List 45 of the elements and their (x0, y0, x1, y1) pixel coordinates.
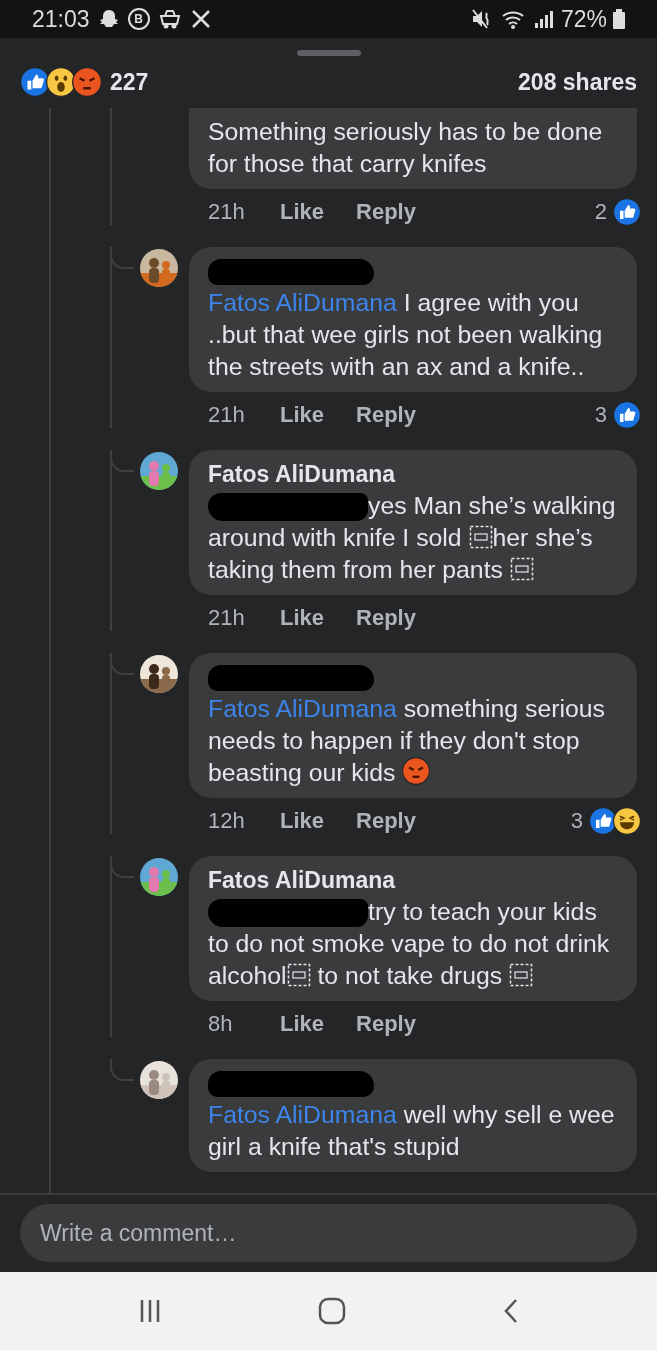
comment-text: Fatos AliDumana well why sell e wee girl a knife that's stupid (208, 1100, 616, 1162)
like-button[interactable]: Like (280, 605, 325, 631)
notification-badge: B (127, 8, 150, 30)
comment-time: 21h (208, 199, 246, 225)
comment-time: 12h (208, 808, 246, 834)
clock: 21:03 (32, 5, 90, 33)
like-button[interactable]: Like (280, 808, 325, 834)
signal-icon (532, 8, 555, 30)
reaction-count[interactable]: 227 (110, 68, 149, 96)
comment-text: yes Man she’s walking around with knife I sold her she’s taking them from her pants (208, 491, 617, 585)
basket-icon (157, 8, 182, 30)
comment-time: 21h (208, 402, 246, 428)
comment-reaction-count[interactable]: 3 (570, 808, 583, 834)
share-count[interactable]: 208 shares (518, 68, 637, 96)
avatar[interactable] (140, 1061, 178, 1099)
comment-text: try to teach your kids to do not smoke vape to do not drink alcohol to not take drugs (208, 897, 611, 991)
avatar[interactable] (140, 655, 178, 693)
comment-text: Fatos AliDumana I agree with you ..but that wee girls not been walking the streets with an ax and a knife.. (208, 288, 604, 382)
comment-reaction-count[interactable]: 3 (594, 402, 607, 428)
x-logo-icon (189, 8, 212, 30)
comment-author[interactable]: Fatos AliDumana (208, 864, 621, 896)
battery-icon (613, 8, 625, 30)
reply-button[interactable]: Reply (356, 605, 416, 631)
reply-button[interactable]: Reply (356, 808, 416, 834)
home-icon[interactable] (318, 1297, 347, 1325)
comment-text: Fatos AliDumana something serious needs to happen if they don't stop beasting our kids (208, 694, 606, 788)
battery-level: 72% (560, 5, 607, 33)
comment-author[interactable]: Fatos AliDumana (208, 458, 621, 490)
reply-button[interactable]: Reply (356, 402, 416, 428)
like-button[interactable]: Like (280, 402, 325, 428)
comment-time: 8h (208, 1011, 234, 1037)
like-button[interactable]: Like (280, 199, 325, 225)
reply-button[interactable]: Reply (356, 199, 416, 225)
drag-handle[interactable] (296, 50, 361, 56)
comment-time: 21h (208, 605, 246, 631)
reply-button[interactable]: Reply (356, 1011, 416, 1037)
comment-reaction-count[interactable]: 2 (594, 199, 607, 225)
like-button[interactable]: Like (280, 1011, 325, 1037)
avatar[interactable] (140, 452, 178, 490)
back-icon[interactable] (502, 1297, 519, 1325)
avatar[interactable] (140, 858, 178, 896)
comment-field[interactable]: Write a comment… (20, 1204, 637, 1262)
comment-text: Something seriously has to be done for those that carry knifes (208, 117, 604, 179)
avatar[interactable] (140, 249, 178, 287)
connector-line (110, 1059, 134, 1081)
